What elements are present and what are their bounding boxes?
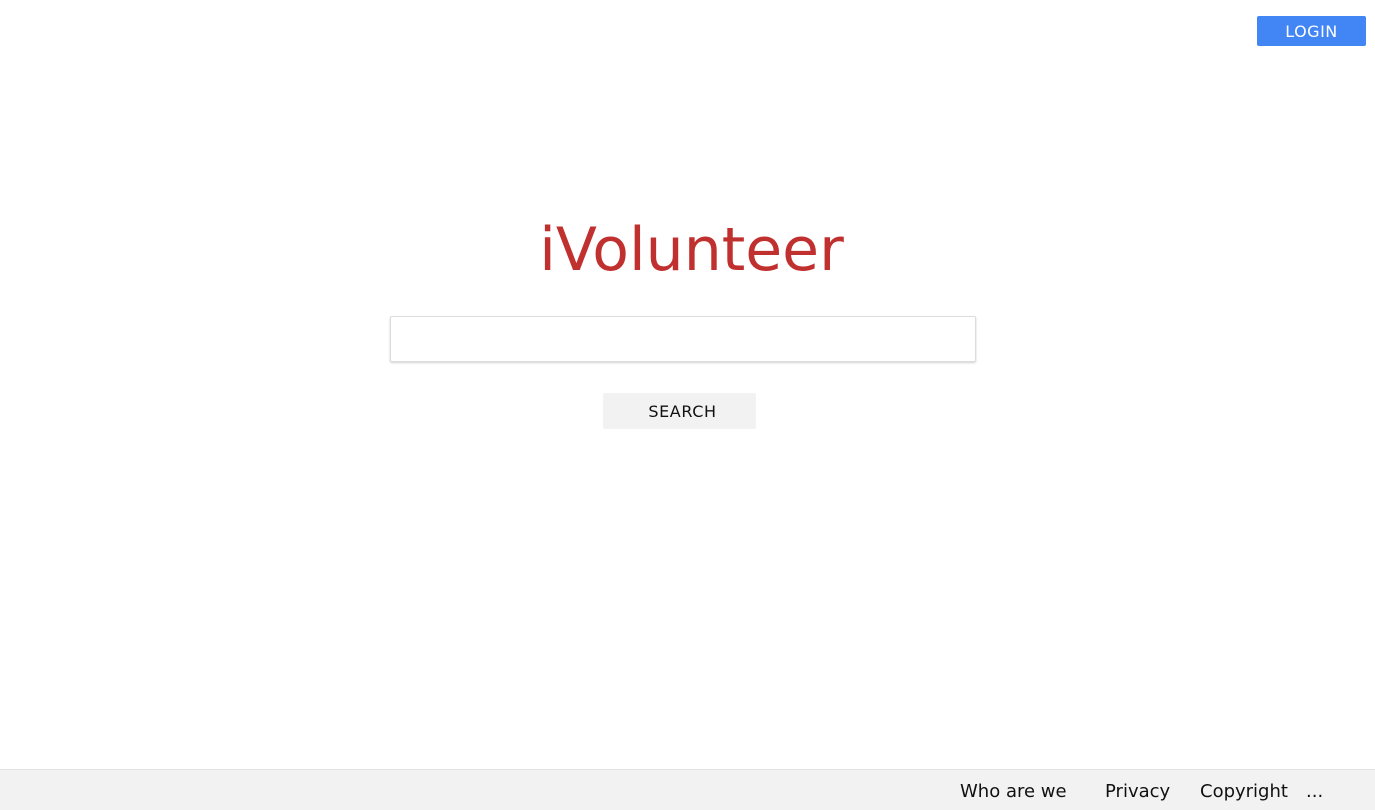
search-input[interactable] (391, 317, 975, 361)
footer: Who are we Privacy Copyright ... (0, 769, 1375, 810)
page: LOGIN iVolunteer SEARCH Who are we Priva… (0, 0, 1375, 810)
footer-link-copyright[interactable]: Copyright (1200, 770, 1288, 810)
footer-link-who-are-we[interactable]: Who are we (960, 770, 1067, 810)
search-box (390, 316, 976, 362)
login-button[interactable]: LOGIN (1257, 16, 1366, 46)
footer-link-privacy[interactable]: Privacy (1105, 770, 1170, 810)
search-button[interactable]: SEARCH (603, 393, 756, 429)
footer-more-link[interactable]: ... (1306, 770, 1323, 810)
site-logo: iVolunteer (539, 215, 844, 285)
